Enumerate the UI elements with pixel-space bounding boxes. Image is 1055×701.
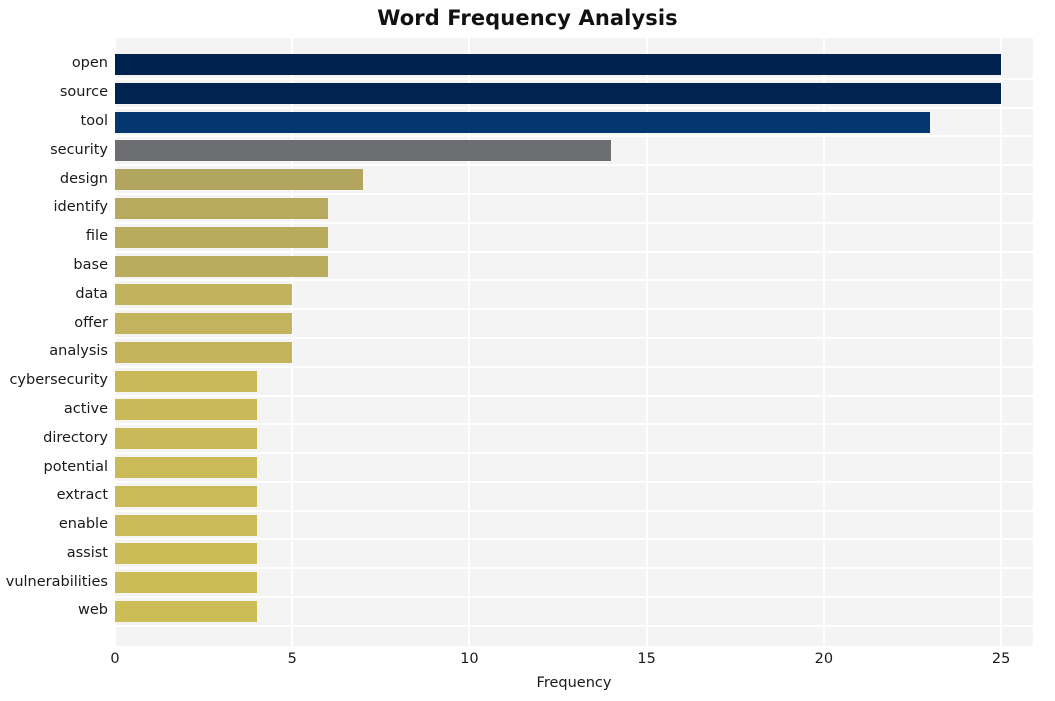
y-axis-tick-label: data bbox=[75, 285, 108, 302]
y-axis-tick-label: identify bbox=[53, 199, 109, 216]
x-axis-label: Frequency bbox=[536, 675, 612, 691]
x-axis-tick-label: 10 bbox=[460, 651, 479, 667]
y-axis-tick-label: design bbox=[59, 170, 108, 187]
y-axis-tick-label: assist bbox=[66, 544, 108, 561]
y-axis-tick-label: security bbox=[50, 141, 108, 158]
x-axis-tick-label: 25 bbox=[991, 651, 1011, 667]
y-axis-tick-label: offer bbox=[74, 314, 108, 331]
y-axis-tick-label: file bbox=[85, 228, 108, 245]
x-axis-tick-label: 20 bbox=[814, 651, 834, 667]
y-axis-tick-label: active bbox=[63, 400, 108, 417]
x-axis-tick-label: 0 bbox=[110, 651, 120, 667]
y-axis-tick-labels: open source tool security design identify file… bbox=[0, 38, 1055, 646]
y-axis-tick-label: base bbox=[73, 257, 108, 273]
y-axis-tick-label: tool bbox=[80, 113, 108, 130]
y-axis-tick-label: open bbox=[71, 55, 108, 72]
y-axis-tick-label: extract bbox=[56, 487, 108, 504]
x-axis-tick-labels: 0 5 10 15 20 25 bbox=[110, 651, 1033, 675]
y-axis-tick-label: cybersecurity bbox=[9, 372, 108, 389]
x-axis-tick-label: 5 bbox=[287, 651, 297, 667]
y-axis-tick-label: directory bbox=[43, 429, 108, 446]
page-title: Word Frequency Analysis bbox=[377, 6, 678, 30]
y-axis-tick-label: analysis bbox=[49, 343, 108, 360]
y-axis-tick-label: vulnerabilities bbox=[5, 573, 108, 590]
y-axis-tick-label: potential bbox=[43, 458, 109, 475]
word-frequency-chart-figure: Word Frequency Analysis open source tool se… bbox=[0, 0, 1055, 701]
y-axis-tick-label: source bbox=[59, 84, 108, 101]
x-axis-tick-label: 15 bbox=[637, 651, 656, 667]
y-axis-tick-label: web bbox=[78, 602, 108, 619]
y-axis-tick-label: enable bbox=[58, 516, 108, 533]
